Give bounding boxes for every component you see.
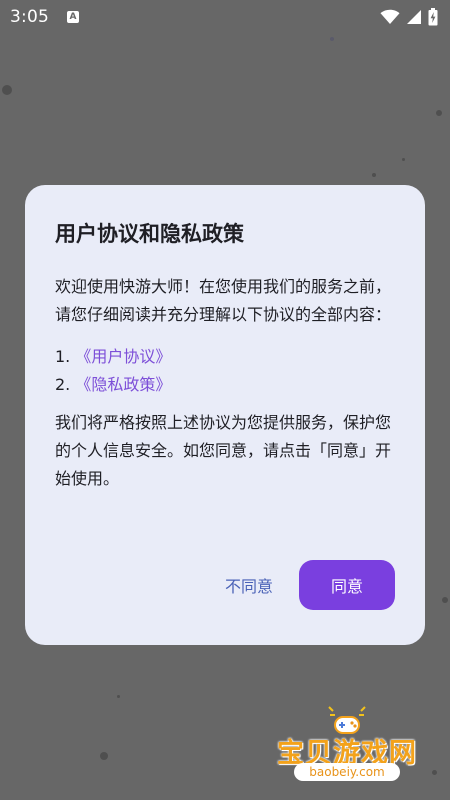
dialog-title: 用户协议和隐私政策 [55,222,244,246]
status-time: 3:05 [10,7,49,27]
signal-icon [407,10,421,24]
background-dot [372,173,376,177]
status-bar: 3:05 A [0,0,450,34]
background-dot [100,752,108,760]
user-agreement-link[interactable]: 《用户协议》 [75,347,171,366]
dialog-body-text: 我们将严格按照上述协议为您提供服务，保护您的个人信息安全。如您同意，请点击「同意… [55,413,392,488]
watermark: 宝贝游戏网 baobeiy.com [272,705,422,790]
background-dot [436,110,442,116]
dialog-intro-text: 欢迎使用快游大师！在您使用我们的服务之前，请您仔细阅读并充分理解以下协议的全部内… [55,277,392,324]
agree-button[interactable]: 同意 [299,560,395,610]
privacy-policy-link[interactable]: 《隐私政策》 [75,375,171,394]
agreement-item-privacy: 2. 《隐私政策》 [55,371,396,399]
background-dot [2,85,12,95]
background-dot [442,597,448,603]
background-dot [402,158,405,161]
notification-icon: A [66,11,79,23]
battery-charging-icon [428,8,438,26]
dialog-actions: 不同意 同意 [225,560,395,610]
agreement-item-user: 1. 《用户协议》 [55,343,396,371]
background-dot [432,770,437,775]
disagree-button[interactable]: 不同意 [225,563,273,607]
agreement-number: 1. [55,347,71,366]
wifi-icon [380,9,400,24]
watermark-url: baobeiy.com [294,763,400,781]
agreement-list: 1. 《用户协议》 2. 《隐私政策》 [55,343,396,399]
status-icons [380,8,438,26]
background-dot [330,37,334,41]
agreement-number: 2. [55,375,71,394]
privacy-dialog: 用户协议和隐私政策 欢迎使用快游大师！在您使用我们的服务之前，请您仔细阅读并充分… [25,185,425,645]
background-dot [117,695,120,698]
